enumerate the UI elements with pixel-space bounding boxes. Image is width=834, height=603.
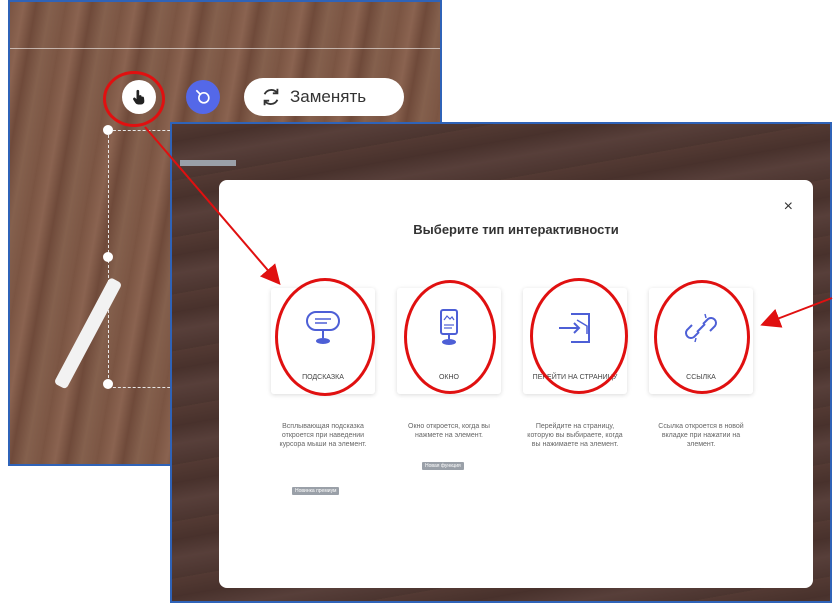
arrow-to-link <box>760 297 833 328</box>
annotation-arrows <box>144 126 833 328</box>
arrow-to-tooltip <box>144 126 281 286</box>
